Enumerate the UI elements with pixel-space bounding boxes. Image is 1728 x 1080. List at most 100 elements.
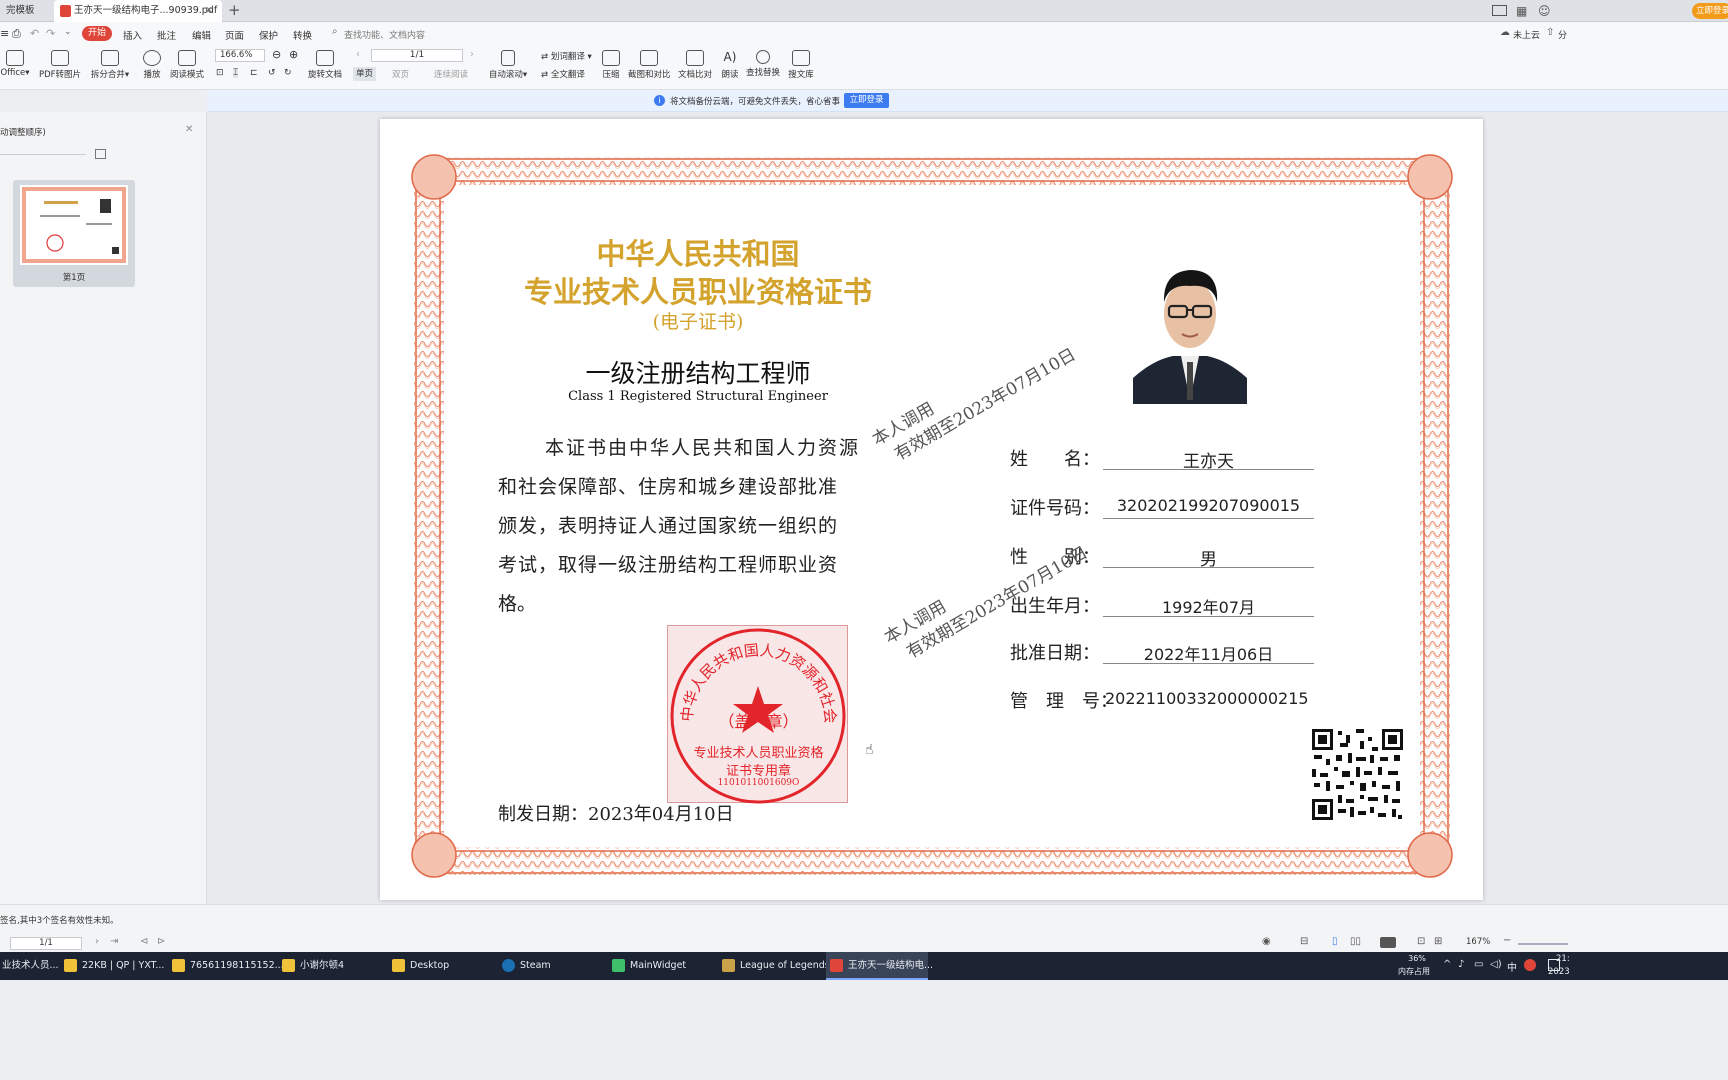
network-icon[interactable]: ▭ — [1474, 959, 1483, 970]
full-translate-button[interactable]: ⇄ 全文翻译 — [541, 68, 585, 80]
rotate-document-button[interactable]: 旋转文档 — [306, 50, 344, 80]
official-seal[interactable]: 中华人民共和国人力资源和社会保障部 （盖 章） 专业技术人员职业资格 证书专用章… — [667, 625, 848, 804]
microphone-icon[interactable]: ♪ — [1458, 959, 1464, 970]
back-icon[interactable]: ⊲ — [140, 936, 148, 947]
split-merge-button[interactable]: 拆分合并▾ — [88, 50, 132, 80]
wps-tray-icon[interactable] — [1524, 959, 1536, 971]
taskbar-item-tech-doc[interactable]: 业技术人员... — [0, 952, 59, 980]
taskbar-item-league[interactable]: League of Legends — [718, 952, 830, 980]
double-page-button[interactable]: 双页 — [392, 68, 409, 80]
login-button[interactable]: 立即登录 — [1692, 3, 1728, 19]
pdf-to-image-button[interactable]: PDF转图片 — [38, 50, 82, 80]
taskbar-item-steam-folder[interactable]: 76561198115152... — [168, 952, 284, 980]
double-view-icon[interactable]: ▯▯ — [1350, 936, 1361, 947]
image-icon[interactable] — [95, 149, 106, 159]
crop-icon[interactable]: ⊏ — [250, 68, 258, 78]
rotate-right-icon[interactable]: ↻ — [284, 68, 292, 78]
select-icon[interactable]: ⌶ — [233, 68, 239, 78]
zoom-slider[interactable] — [1518, 943, 1568, 945]
undo-icon[interactable]: ↶ — [30, 27, 39, 40]
word-translate-button[interactable]: ⇄ 划词翻译 ▾ — [541, 50, 592, 62]
tool-label: 朗读 — [721, 70, 739, 80]
clock-time[interactable]: 21: — [1556, 954, 1570, 964]
layout-icon[interactable] — [1492, 5, 1507, 16]
share-button[interactable]: 分 — [1558, 28, 1567, 41]
status-zoom[interactable]: 167% — [1466, 937, 1490, 947]
menu-edit[interactable]: 编辑 — [192, 28, 211, 42]
status-page-input[interactable]: 1/1 — [10, 937, 82, 950]
find-replace-button[interactable]: 查找替换 — [746, 50, 780, 78]
menu-start[interactable]: 开始 — [82, 26, 112, 41]
close-tab-icon[interactable]: ✕ — [205, 0, 213, 22]
screenshot-compare-button[interactable]: 截图和对比 — [628, 50, 671, 80]
read-mode-button[interactable]: 阅读模式 — [168, 50, 206, 80]
continuous-read-button[interactable]: 连续阅读 — [434, 68, 468, 80]
office-button[interactable]: Office▾ — [0, 50, 30, 78]
page-thumbnail[interactable]: 第1页 — [13, 180, 135, 287]
fit-page-icon[interactable]: ⊡ — [1417, 936, 1425, 947]
zoom-out-icon[interactable]: ⊖ — [272, 48, 281, 61]
tab-pdf-document[interactable]: 王亦天一级结构电子...90939.pdf ✕ — [54, 0, 222, 22]
menu-annotate[interactable]: 批注 — [157, 28, 176, 42]
feature-search-input[interactable]: 查找功能、文档内容 — [344, 28, 425, 41]
ime-indicator[interactable]: 中 — [1507, 959, 1517, 974]
compress-button[interactable]: 压缩 — [600, 50, 622, 80]
menu-protect[interactable]: 保护 — [259, 28, 278, 42]
next-page-icon[interactable]: › — [470, 49, 474, 60]
fit-icon[interactable]: ⊡ — [216, 68, 224, 78]
chevron-up-icon[interactable]: ^ — [1443, 959, 1451, 970]
grid-icon[interactable]: ▦ — [1516, 4, 1527, 18]
play-button[interactable]: 播放 — [140, 50, 164, 80]
taskbar-item-steam[interactable]: Steam — [498, 952, 606, 980]
close-icon[interactable]: ✕ — [185, 124, 193, 135]
eye-icon[interactable]: ◉ — [1262, 936, 1271, 947]
redo-icon[interactable]: ↷ — [46, 27, 55, 40]
rotate-left-icon[interactable]: ↺ — [268, 68, 276, 78]
single-page-button[interactable]: 单页 — [353, 67, 377, 81]
menu-convert[interactable]: 转换 — [293, 28, 312, 42]
taskbar-label: 王亦天一级结构电... — [848, 960, 934, 971]
actual-size-icon[interactable]: ⊞ — [1434, 936, 1442, 947]
page-number-input[interactable]: 1/1 — [371, 49, 463, 62]
user-icon[interactable]: ☺ — [1538, 4, 1551, 18]
taskbar-item-sheldon-folder[interactable]: 小谢尔顿4 — [278, 952, 386, 980]
tool-label: 查找替换 — [746, 68, 781, 78]
next-page-icon[interactable]: › — [95, 936, 99, 947]
taskbar-label: MainWidget — [630, 960, 687, 971]
fit-width-icon[interactable]: ⊟ — [1300, 936, 1308, 947]
read-aloud-button[interactable]: A͏) 朗读 — [720, 50, 740, 80]
doc-compare-button[interactable]: 文档比对 — [678, 50, 712, 80]
zoom-out-icon[interactable]: − — [1503, 935, 1511, 946]
search-library-button[interactable]: 搜文库 — [788, 50, 814, 80]
menu-page[interactable]: 页面 — [225, 28, 244, 42]
info-icon: i — [654, 95, 665, 106]
scroll-icon — [501, 50, 515, 66]
print-icon[interactable]: ⎙ — [12, 27, 21, 41]
auto-scroll-button[interactable]: 自动滚动▾ — [488, 50, 528, 80]
taskbar-item-mainwidget[interactable]: MainWidget — [608, 952, 716, 980]
app-menu-icon[interactable]: ≡ — [0, 27, 9, 40]
new-tab-icon[interactable]: + — [228, 1, 241, 19]
volume-icon[interactable]: ◁) — [1490, 959, 1502, 970]
cloud-status[interactable]: 未上云 — [1513, 28, 1540, 41]
taskbar-item-pdf[interactable]: 王亦天一级结构电... — [826, 952, 933, 980]
memory-percent[interactable]: 36% — [1402, 954, 1432, 963]
folder-icon — [64, 959, 77, 972]
notice-text: 将文档备份云端，可避免文件丢失，省心省事 — [670, 97, 841, 107]
zoom-in-icon[interactable]: ⊕ — [289, 48, 298, 61]
clock-date[interactable]: 2023 — [1548, 967, 1570, 977]
cloud-icon: ☁ — [1500, 27, 1510, 38]
tab-template[interactable]: 完模板 — [0, 0, 54, 22]
zoom-select[interactable]: 166.6% — [215, 49, 265, 62]
taskbar-item-desktop[interactable]: Desktop — [388, 952, 496, 980]
chevron-down-icon[interactable]: ⌄ — [64, 27, 72, 37]
forward-icon[interactable]: ⊳ — [157, 936, 165, 947]
cert-body-line-4: 考试，取得一级注册结构工程师职业资 — [498, 554, 839, 576]
prev-page-icon[interactable]: ‹ — [356, 49, 360, 60]
taskbar-item-qp-folder[interactable]: 22KB | QP | YXT... — [60, 952, 168, 980]
play-icon[interactable] — [1380, 937, 1396, 948]
last-page-icon[interactable]: ⇥ — [110, 936, 118, 947]
menu-insert[interactable]: 插入 — [123, 28, 142, 42]
single-view-icon[interactable]: ▯ — [1332, 936, 1338, 947]
notice-login-button[interactable]: 立即登录 — [844, 93, 889, 108]
